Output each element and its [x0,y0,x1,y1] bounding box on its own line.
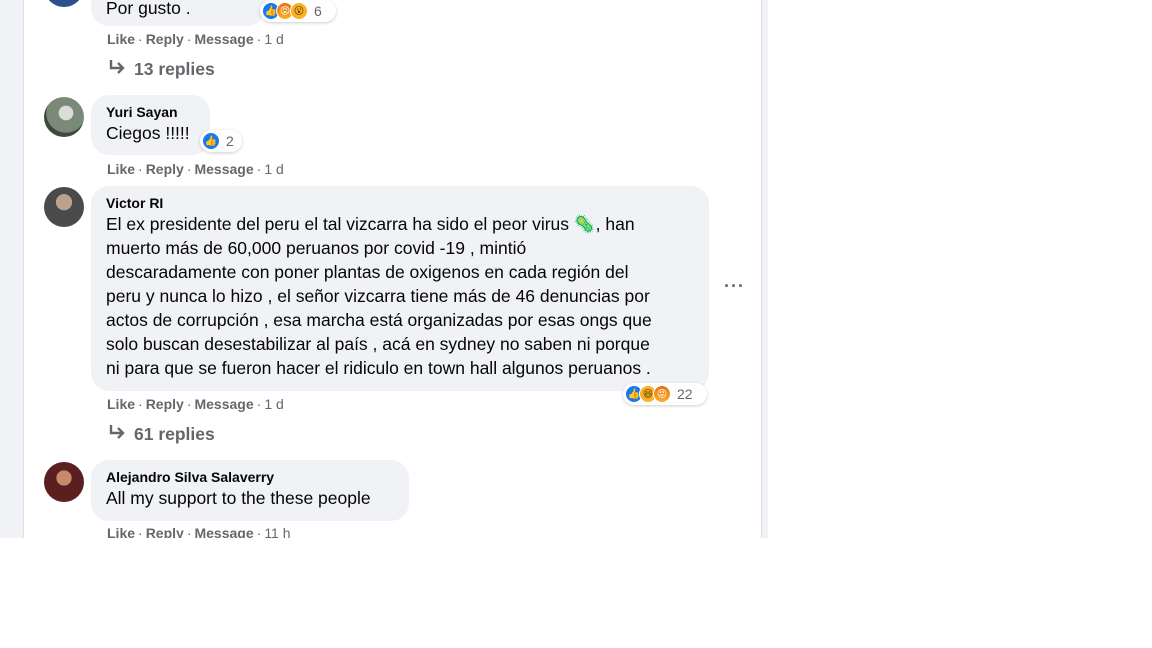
reaction-count: 22 [677,386,693,402]
comment-bubble: Por gusto . [91,0,265,26]
reply-link[interactable]: Reply [146,396,184,412]
comment-bubble: Victor RI El ex presidente del peru el t… [91,186,709,391]
view-replies-button[interactable]: 61 replies [108,424,215,445]
like-link[interactable]: Like [107,525,135,538]
message-link[interactable]: Message [194,31,253,47]
comment-actions: Like · Reply · Message · 11 h [107,525,291,538]
avatar[interactable] [44,187,84,227]
comment-text: El ex presidente del peru el tal vizcarr… [106,212,697,380]
view-replies-button[interactable]: 13 replies [108,59,215,80]
comment-text-line: actos de corrupción , esa marcha está or… [106,310,652,330]
more-options-icon[interactable]: ··· [724,276,745,297]
comment-timestamp[interactable]: 11 h [264,525,290,538]
reply-arrow-icon [108,424,126,445]
like-reaction-icon: 👍 [202,132,220,150]
comment-author[interactable]: Yuri Sayan [106,103,198,121]
comment-text-line: solo buscan desestabilizar al país , acá… [106,334,650,354]
comment-text: All my support to the these people [106,488,371,508]
comment-text: Ciegos !!!!! [106,123,190,143]
comment-timestamp[interactable]: 1 d [264,396,283,412]
reply-link[interactable]: Reply [146,525,184,538]
angry-reaction-icon: 😡 [653,385,671,403]
avatar[interactable] [44,97,84,137]
reaction-summary[interactable]: 👍 😡 😮 6 [260,0,336,22]
wow-reaction-icon: 😮 [290,2,308,20]
reply-link[interactable]: Reply [146,31,184,47]
comment-timestamp[interactable]: 1 d [264,31,283,47]
comment-text-line: El ex presidente del peru el tal vizcarr… [106,214,635,234]
comment-actions: Like · Reply · Message · 1 d [107,396,284,412]
reply-arrow-icon [108,59,126,80]
comment-timestamp[interactable]: 1 d [264,161,283,177]
reaction-count: 2 [226,133,234,149]
like-link[interactable]: Like [107,31,135,47]
reaction-summary[interactable]: 👍 😆 😡 22 [623,383,707,405]
avatar[interactable] [44,0,84,7]
message-link[interactable]: Message [194,396,253,412]
message-link[interactable]: Message [194,161,253,177]
comment-bubble: Yuri Sayan Ciegos !!!!! [91,95,210,155]
message-link[interactable]: Message [194,525,253,538]
avatar[interactable] [44,462,84,502]
comment-author[interactable]: Victor RI [106,194,697,212]
comments-panel: Por gusto . 👍 😡 😮 6 Like · Reply · Message · 1… [23,0,762,538]
reaction-count: 6 [314,3,322,19]
comment-text-line: muerto más de 60,000 peruanos por covid … [106,238,527,258]
like-link[interactable]: Like [107,161,135,177]
comment-text-line: peru y nunca lo hizo , el señor vizcarra… [106,286,650,306]
comment-author[interactable]: Alejandro Silva Salaverry [106,468,397,486]
comment-bubble: Alejandro Silva Salaverry All my support… [91,460,409,521]
comment-text: Por gusto . [106,0,191,18]
page-background-left [0,0,23,538]
like-link[interactable]: Like [107,396,135,412]
replies-count: 61 replies [134,424,215,444]
reaction-summary[interactable]: 👍 2 [200,130,242,152]
comment-actions: Like · Reply · Message · 1 d [107,161,284,177]
comment-text-line: ni para que se fueron hacer el ridiculo … [106,358,651,378]
reply-link[interactable]: Reply [146,161,184,177]
comment-text-line: descaradamente con poner plantas de oxig… [106,262,629,282]
comment-actions: Like · Reply · Message · 1 d [107,31,284,47]
replies-count: 13 replies [134,59,215,79]
page-background-right [762,0,768,538]
